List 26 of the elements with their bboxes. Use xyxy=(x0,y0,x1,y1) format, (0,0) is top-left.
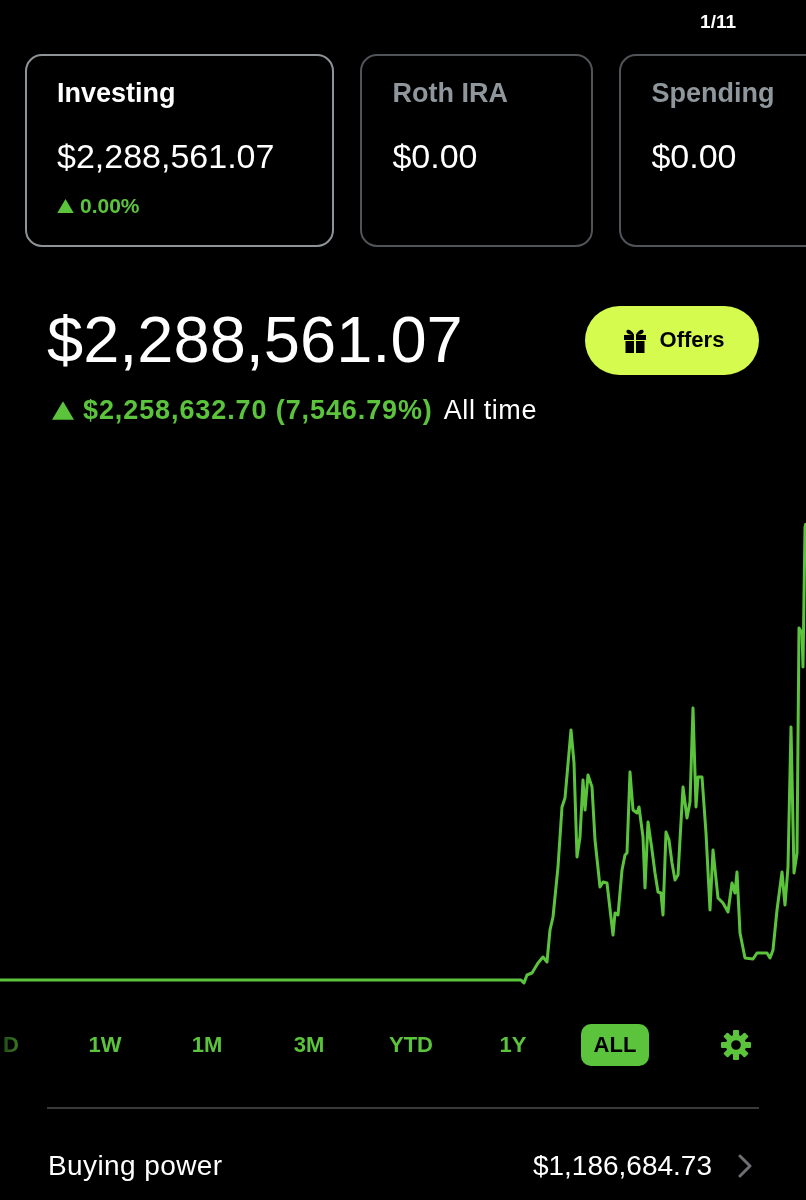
range-tab[interactable]: 1Y xyxy=(487,1024,539,1066)
range-tab[interactable]: 1W xyxy=(76,1024,134,1066)
account-value: $0.00 xyxy=(392,138,479,174)
account-value: $2,288,561.07 xyxy=(57,138,275,174)
range-tab[interactable]: 3M xyxy=(281,1024,337,1066)
buying-power-value: $1,186,684.73 xyxy=(532,1150,712,1182)
account-name: Spending xyxy=(651,78,776,108)
change-period: All time xyxy=(443,395,538,425)
buying-power-label: Buying power xyxy=(48,1150,223,1182)
account-card[interactable]: Spending $0.00 xyxy=(619,54,806,247)
account-value: $0.00 xyxy=(651,138,738,174)
account-card[interactable]: Investing $2,288,561.07 0.00% xyxy=(25,54,335,247)
account-name: Roth IRA xyxy=(392,78,509,108)
settings-icon[interactable] xyxy=(721,1030,751,1060)
portfolio-change: $2,258,632.70 (7,546.79%) xyxy=(83,395,433,425)
gift-icon xyxy=(623,327,646,353)
page-counter: 1/11 xyxy=(700,10,736,34)
range-tab[interactable]: YTD xyxy=(377,1024,445,1066)
account-card[interactable]: Roth IRA $0.00 xyxy=(360,54,594,247)
portfolio-value: $2,288,561.07 xyxy=(47,303,463,377)
chevron-right-icon[interactable] xyxy=(738,1154,752,1178)
range-tab[interactable]: ALL xyxy=(580,1024,650,1066)
account-name: Investing xyxy=(57,78,177,108)
account-change: 0.00% xyxy=(80,194,140,218)
offers-button[interactable]: Offers xyxy=(585,305,759,375)
range-tab[interactable]: 1M xyxy=(179,1024,235,1066)
